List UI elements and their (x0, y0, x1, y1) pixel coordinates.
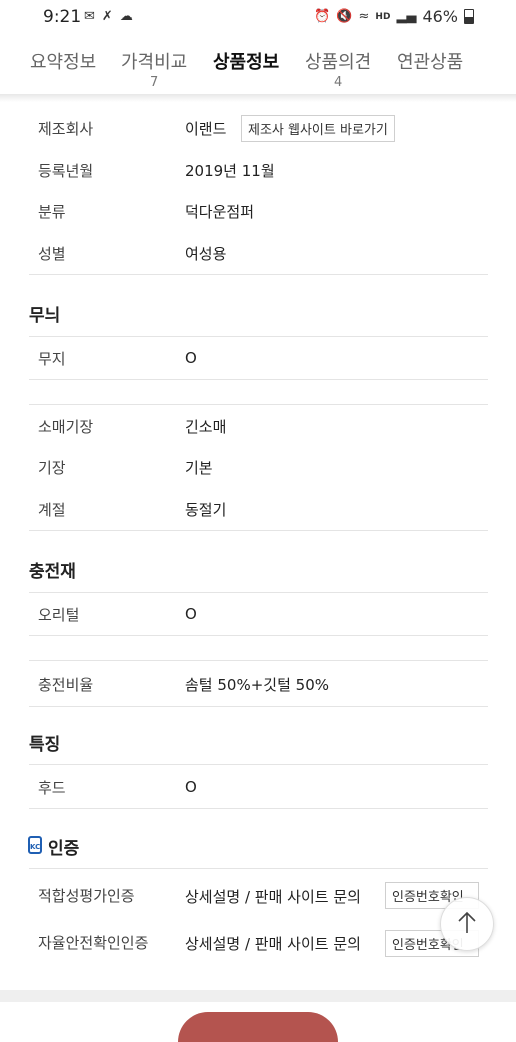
feature-section-title: 특징 (29, 735, 61, 755)
product-image (178, 1012, 338, 1042)
product-tabs: 요약정보 가격비교 7 상품정보 상품의견 4 연관상품 (0, 34, 516, 94)
season-label: 계절 (38, 501, 66, 519)
status-left-icons: ✉ ✗ ☁ (84, 9, 133, 24)
status-time: 9:21 (43, 7, 82, 27)
filling-ratio-label: 충전비율 (38, 676, 94, 694)
battery-percent: 46% (422, 7, 458, 26)
table-row: 계절 동절기 (29, 487, 488, 530)
table-row: 후드 O (29, 765, 488, 808)
pattern-table: 무지 O (29, 336, 488, 380)
tab-count: 7 (149, 75, 159, 90)
feature-table: 후드 O (29, 764, 488, 809)
manufacturer-label: 제조회사 (38, 120, 94, 138)
gender-label: 성별 (38, 245, 66, 263)
tabs-divider (0, 94, 516, 102)
reg-date-label: 등록년월 (38, 162, 94, 180)
hood-value: O (185, 778, 197, 796)
tab-product-info[interactable]: 상품정보 (213, 48, 279, 74)
tab-label: 요약정보 (30, 52, 97, 73)
scroll-to-top-button[interactable] (440, 897, 494, 951)
tab-price-compare[interactable]: 가격비교 7 (121, 48, 187, 90)
table-row: 소매기장 긴소매 (29, 405, 488, 446)
season-value: 동절기 (185, 501, 227, 519)
signal-icon: ▂▄ (396, 9, 417, 24)
table-row: 충전비율 솜털 50%+깃털 50% (29, 661, 488, 706)
duck-down-label: 오리털 (38, 606, 80, 624)
sleeve-value: 긴소매 (185, 418, 227, 436)
pattern-section-title: 무늬 (29, 306, 61, 326)
shape-table: 소매기장 긴소매 기장 기본 계절 동절기 (29, 404, 488, 531)
status-right-icons: ⏰ 🔇 ≈ HD ▂▄ 46% (314, 7, 474, 26)
table-row: 기장 기본 (29, 446, 488, 487)
x-icon: ✗ (101, 9, 113, 24)
length-label: 기장 (38, 459, 66, 477)
tab-label: 상품의견 (305, 52, 372, 73)
filling-table: 오리털 O (29, 592, 488, 636)
plain-value: O (185, 349, 197, 367)
safety-value: 상세설명 / 판매 사이트 문의 (185, 935, 361, 953)
gender-value: 여성용 (185, 245, 227, 263)
basic-info-table: 제조회사 이랜드 제조사 웹사이트 바로가기 등록년월 2019년 11월 분류… (29, 105, 488, 275)
cloud-icon: ☁ (119, 9, 133, 24)
certification-section-title: 인증 (48, 839, 80, 859)
table-row: 무지 O (29, 337, 488, 379)
conformity-value: 상세설명 / 판매 사이트 문의 (185, 888, 361, 906)
reg-date-value: 2019년 11월 (185, 162, 275, 180)
table-row: 적합성평가인증 상세설명 / 판매 사이트 문의 인증번호확인 (29, 869, 488, 919)
safety-label: 자율안전확인인증 (38, 934, 149, 952)
manufacturer-value: 이랜드 (185, 120, 227, 138)
mute-icon: 🔇 (336, 9, 353, 24)
wifi-icon: ≈ (358, 9, 370, 24)
tab-count: 4 (333, 75, 343, 90)
tab-label: 상품정보 (213, 52, 280, 73)
table-row: 제조회사 이랜드 제조사 웹사이트 바로가기 (29, 105, 488, 149)
tab-related[interactable]: 연관상품 (397, 48, 463, 74)
table-row: 분류 덕다운점퍼 (29, 190, 488, 231)
table-row: 성별 여성용 (29, 231, 488, 274)
filling-section-title: 충전재 (29, 562, 76, 582)
conformity-label: 적합성평가인증 (38, 887, 135, 905)
manufacturer-website-button[interactable]: 제조사 웹사이트 바로가기 (241, 115, 395, 142)
kc-mark-icon: KC (28, 836, 42, 854)
length-value: 기본 (185, 459, 213, 477)
status-bar: 9:21 ✉ ✗ ☁ ⏰ 🔇 ≈ HD ▂▄ 46% (0, 0, 516, 34)
tab-label: 가격비교 (121, 52, 188, 73)
hd-voice-icon: HD (375, 11, 391, 22)
filling-ratio-value: 솜털 50%+깃털 50% (185, 676, 329, 694)
section-divider (0, 990, 516, 1002)
category-label: 분류 (38, 203, 66, 221)
table-row: 오리털 O (29, 593, 488, 635)
tab-summary[interactable]: 요약정보 (30, 48, 96, 74)
filling-ratio-table: 충전비율 솜털 50%+깃털 50% (29, 660, 488, 707)
category-value: 덕다운점퍼 (185, 203, 255, 221)
duck-down-value: O (185, 605, 197, 623)
arrow-up-icon (458, 911, 476, 933)
table-row: 등록년월 2019년 11월 (29, 149, 488, 190)
sleeve-label: 소매기장 (38, 418, 94, 436)
battery-icon (464, 9, 474, 24)
plain-label: 무지 (38, 350, 66, 368)
message-icon: ✉ (84, 9, 95, 24)
hood-label: 후드 (38, 779, 66, 797)
table-row: 자율안전확인인증 상세설명 / 판매 사이트 문의 인증번호확인 (29, 919, 488, 967)
alarm-icon: ⏰ (314, 9, 331, 24)
certification-table: 적합성평가인증 상세설명 / 판매 사이트 문의 인증번호확인 자율안전확인인증… (29, 868, 488, 967)
tab-label: 연관상품 (397, 52, 464, 73)
tab-reviews[interactable]: 상품의견 4 (305, 48, 371, 90)
